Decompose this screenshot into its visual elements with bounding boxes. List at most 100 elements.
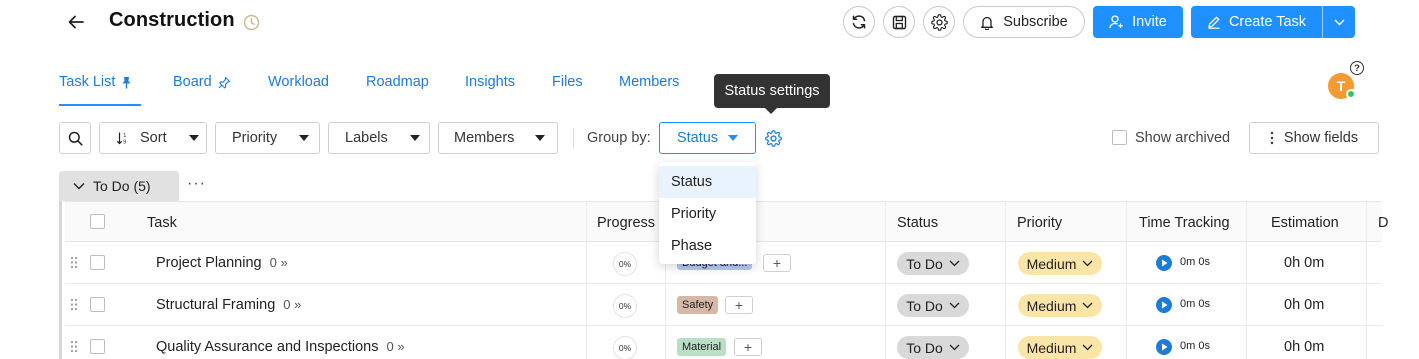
members-filter[interactable]: Members [438, 122, 558, 154]
status-value: To Do [906, 297, 943, 314]
task-name[interactable]: Quality Assurance and Inspections 0 » [156, 339, 405, 355]
status-pill[interactable]: To Do [897, 336, 969, 359]
add-label-button[interactable]: + [734, 338, 762, 356]
column-header-time-tracking[interactable]: Time Tracking [1139, 215, 1230, 231]
add-label-button[interactable]: + [763, 254, 791, 272]
estimation-value[interactable]: 0h 0m [1284, 339, 1324, 355]
add-label-button[interactable]: + [725, 296, 753, 314]
play-timer-icon[interactable] [1156, 339, 1172, 355]
settings-button[interactable] [923, 6, 955, 38]
group-by-label: Group by: [587, 130, 651, 146]
subtask-count[interactable]: 0 » [283, 297, 301, 312]
task-name[interactable]: Structural Framing 0 » [156, 297, 301, 313]
group-by-option-priority[interactable]: Priority [659, 198, 756, 230]
caret-down-icon [188, 135, 199, 141]
sort-label: Sort [140, 130, 167, 146]
group-by-option-phase[interactable]: Phase [659, 230, 756, 262]
tab-roadmap[interactable]: Roadmap [366, 74, 429, 90]
table-row[interactable]: Quality Assurance and Inspections 0 » 0% … [65, 326, 1382, 359]
status-pill[interactable]: To Do [897, 252, 969, 275]
play-timer-icon[interactable] [1156, 255, 1172, 271]
status-value: To Do [906, 255, 943, 272]
progress-ring: 0% [613, 336, 637, 359]
progress-ring: 0% [613, 294, 637, 318]
help-icon[interactable]: ? [1350, 61, 1364, 75]
online-status-dot [1346, 89, 1356, 99]
priority-value: Medium [1026, 339, 1077, 356]
drag-handle-icon[interactable] [70, 256, 78, 269]
subtask-count[interactable]: 0 » [386, 339, 404, 354]
select-all-checkbox[interactable] [90, 214, 105, 229]
tab-task-list[interactable]: Task List [59, 74, 132, 90]
svg-text:9: 9 [123, 140, 126, 146]
create-task-main[interactable]: Create Task [1191, 6, 1323, 38]
save-icon [892, 15, 906, 29]
tab-members[interactable]: Members [619, 74, 679, 90]
caret-down-icon [535, 135, 546, 141]
task-name[interactable]: Project Planning 0 » [156, 255, 288, 271]
tab-label: Task List [59, 74, 116, 90]
row-checkbox[interactable] [90, 297, 105, 312]
estimation-value[interactable]: 0h 0m [1284, 255, 1324, 271]
status-value: To Do [906, 339, 943, 356]
group-todo-toggle[interactable]: To Do (5) [59, 171, 179, 201]
play-timer-icon[interactable] [1156, 297, 1172, 313]
clock-icon[interactable] [243, 14, 260, 31]
column-header-task[interactable]: Task [147, 215, 177, 231]
tab-label: Board [173, 74, 212, 90]
tab-board[interactable]: Board [173, 74, 231, 90]
save-template-button[interactable] [883, 6, 915, 38]
pin-outline-icon[interactable] [218, 76, 231, 89]
labels-filter[interactable]: Labels [328, 122, 430, 154]
subtask-count[interactable]: 0 » [270, 255, 288, 270]
column-header-progress[interactable]: Progress [597, 215, 655, 231]
group-by-select[interactable]: Status [659, 122, 756, 154]
column-header-status[interactable]: Status [897, 215, 938, 231]
labels-filter-label: Labels [345, 130, 388, 146]
priority-value: Medium [1026, 297, 1077, 314]
tab-files[interactable]: Files [552, 74, 583, 90]
pencil-icon [1208, 16, 1220, 29]
time-tracked: 0m 0s [1180, 298, 1210, 310]
label-tag[interactable]: Safety [677, 296, 719, 314]
back-button[interactable] [62, 8, 90, 36]
tab-workload[interactable]: Workload [268, 74, 329, 90]
estimation-value[interactable]: 0h 0m [1284, 297, 1324, 313]
drag-handle-icon[interactable] [70, 340, 78, 353]
label-tag[interactable]: Material [677, 338, 727, 356]
drag-handle-icon[interactable] [70, 298, 78, 311]
status-pill[interactable]: To Do [897, 294, 969, 317]
search-button[interactable] [59, 122, 91, 154]
chevron-down-icon [949, 344, 960, 351]
refresh-button[interactable] [843, 6, 875, 38]
show-archived-label[interactable]: Show archived [1135, 130, 1230, 146]
bell-icon [981, 16, 994, 30]
status-settings-tooltip: Status settings [714, 74, 830, 108]
group-more-menu[interactable]: ··· [187, 175, 206, 193]
column-header-d[interactable]: D [1378, 215, 1388, 231]
priority-pill[interactable]: Medium [1018, 252, 1102, 275]
show-archived-checkbox[interactable] [1112, 130, 1127, 145]
group-by-option-status[interactable]: Status [659, 166, 756, 198]
priority-filter[interactable]: Priority [215, 122, 320, 154]
create-task-button[interactable]: Create Task [1191, 6, 1355, 38]
subscribe-button[interactable]: Subscribe [963, 6, 1085, 38]
pin-filled-icon[interactable] [121, 76, 132, 89]
row-checkbox[interactable] [90, 339, 105, 354]
row-checkbox[interactable] [90, 255, 105, 270]
task-title: Structural Framing [156, 297, 276, 313]
create-task-dropdown[interactable] [1323, 6, 1355, 38]
column-header-priority[interactable]: Priority [1017, 215, 1062, 231]
tab-label: Workload [268, 74, 329, 90]
show-fields-button[interactable]: Show fields [1249, 122, 1379, 154]
chevron-down-icon [1082, 302, 1093, 309]
column-header-estimation[interactable]: Estimation [1271, 215, 1339, 231]
tab-insights[interactable]: Insights [465, 74, 515, 90]
table-row[interactable]: Structural Framing 0 » 0% Safety + To Do … [65, 284, 1382, 326]
priority-pill[interactable]: Medium [1018, 336, 1102, 359]
invite-button[interactable]: Invite [1093, 6, 1183, 38]
group-by-dropdown-menu: Status Priority Phase [659, 162, 756, 264]
priority-pill[interactable]: Medium [1018, 294, 1102, 317]
sort-dropdown[interactable]: 19 Sort [99, 122, 207, 154]
status-settings-gear-icon[interactable] [765, 130, 782, 147]
